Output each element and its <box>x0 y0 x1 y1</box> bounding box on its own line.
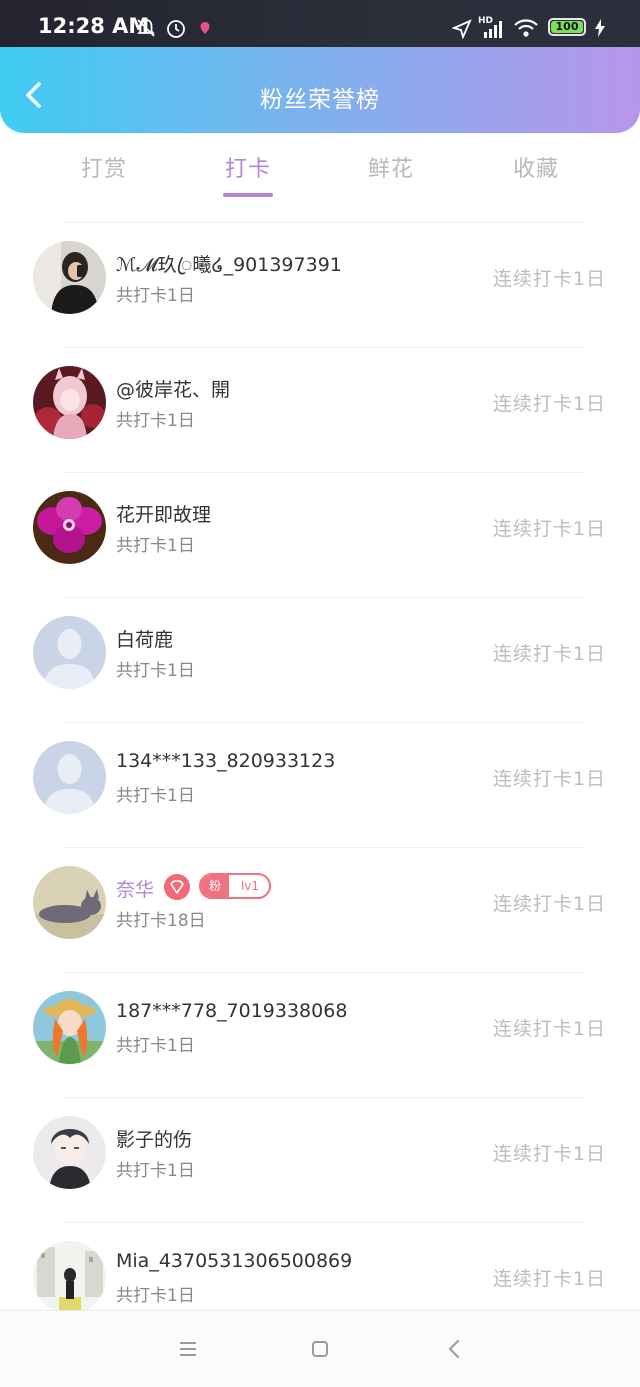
streak-label: 连续打卡1日 <box>492 768 606 790</box>
anime-avatar-icon <box>33 1116 106 1189</box>
list-item[interactable]: 白荷鹿 共打卡1日 连续打卡1日 <box>0 597 640 722</box>
avatar[interactable] <box>33 866 106 939</box>
tab-bar: 打赏 打卡 鲜花 收藏 <box>0 145 640 205</box>
battery-icon: 100 <box>548 18 586 36</box>
location-dot-icon <box>200 22 210 34</box>
wifi-icon <box>514 19 538 37</box>
avatar[interactable] <box>33 1116 106 1189</box>
avatar[interactable] <box>33 241 106 314</box>
tab-reward[interactable]: 打赏 <box>54 151 154 183</box>
status-time: 12:28 AM <box>38 14 150 38</box>
avatar[interactable] <box>33 491 106 564</box>
mute-bell-icon <box>137 19 155 37</box>
list-item[interactable]: 影子的伤 共打卡1日 连续打卡1日 <box>0 1097 640 1222</box>
avatar[interactable] <box>33 366 106 439</box>
default-user-icon <box>33 616 106 689</box>
user-name: 白荷鹿 <box>116 629 174 651</box>
fan-level-badge: 粉 lv1 <box>199 873 271 899</box>
streak-label: 连续打卡1日 <box>492 643 606 665</box>
anime-avatar-icon <box>33 366 106 439</box>
streak-label: 连续打卡1日 <box>492 1268 606 1290</box>
total-checkin: 共打卡1日 <box>116 536 195 556</box>
user-name: 花开即故理 <box>116 504 212 526</box>
diamond-icon <box>170 880 184 894</box>
tab-favorites[interactable]: 收藏 <box>486 151 586 183</box>
total-checkin: 共打卡1日 <box>116 1036 195 1056</box>
total-checkin: 共打卡1日 <box>116 786 195 806</box>
total-checkin: 共打卡1日 <box>116 411 195 431</box>
total-checkin: 共打卡1日 <box>116 661 195 681</box>
list-item[interactable]: @彼岸花、開 共打卡1日 连续打卡1日 <box>0 347 640 472</box>
vip-diamond-badge <box>164 874 190 900</box>
streak-label: 连续打卡1日 <box>492 518 606 540</box>
user-name: 奈华 <box>116 879 155 901</box>
cat-photo-icon <box>33 866 106 939</box>
streak-label: 连续打卡1日 <box>492 268 606 290</box>
total-checkin: 共打卡1日 <box>116 1286 195 1306</box>
system-nav-bar <box>0 1310 640 1387</box>
user-name: 187***778_7019338068 <box>116 1000 348 1022</box>
tab-flowers[interactable]: 鲜花 <box>341 151 441 183</box>
list-item[interactable]: 花开即故理 共打卡1日 连续打卡1日 <box>0 472 640 597</box>
alarm-icon <box>167 20 185 38</box>
user-name: 影子的伤 <box>116 1129 193 1151</box>
user-name: @彼岸花、開 <box>116 379 231 401</box>
fan-badge-level: lv1 <box>240 879 260 893</box>
ranking-list: ℳ𝓜玖ꦿ曦໒_901397391 共打卡1日 连续打卡1日 @彼岸花、開 共打卡… <box>0 222 640 1347</box>
user-name: 134***133_820933123 <box>116 750 336 772</box>
streak-label: 连续打卡1日 <box>492 893 606 915</box>
streak-label: 连续打卡1日 <box>492 1143 606 1165</box>
streak-label: 连续打卡1日 <box>492 1018 606 1040</box>
back-chevron-icon[interactable] <box>446 1339 462 1359</box>
status-bar: 12:28 AM HD 100 <box>0 0 640 47</box>
charging-icon <box>595 19 605 37</box>
fan-badge-label: 粉 <box>201 875 229 897</box>
active-tab-indicator <box>223 193 273 197</box>
anime-avatar-icon <box>33 991 106 1064</box>
list-item[interactable]: 134***133_820933123 共打卡1日 连续打卡1日 <box>0 722 640 847</box>
page-title: 粉丝荣誉榜 <box>260 87 380 113</box>
total-checkin: 共打卡1日 <box>116 286 195 306</box>
avatar[interactable] <box>33 741 106 814</box>
signal-icon <box>484 21 502 38</box>
user-name: Mia_4370531306500869 <box>116 1250 353 1272</box>
battery-level: 100 <box>551 21 583 33</box>
avatar[interactable] <box>33 616 106 689</box>
total-checkin: 共打卡1日 <box>116 1161 195 1181</box>
header-bar: 12:28 AM HD 100 粉丝荣誉榜 <box>0 0 640 133</box>
avatar[interactable] <box>33 1241 106 1314</box>
list-item[interactable]: 187***778_7019338068 共打卡1日 连续打卡1日 <box>0 972 640 1097</box>
list-item[interactable]: ℳ𝓜玖ꦿ曦໒_901397391 共打卡1日 连续打卡1日 <box>0 222 640 347</box>
default-user-icon <box>33 741 106 814</box>
photo-avatar-icon <box>33 241 106 314</box>
tab-checkin[interactable]: 打卡 <box>198 151 298 183</box>
list-item[interactable]: 奈华 粉 lv1 共打卡18日 连续打卡1日 <box>0 847 640 972</box>
home-square-icon[interactable] <box>311 1340 329 1358</box>
total-checkin: 共打卡18日 <box>116 911 206 931</box>
menu-lines-icon[interactable] <box>178 1341 198 1357</box>
streak-label: 连续打卡1日 <box>492 393 606 415</box>
navigation-arrow-icon <box>452 19 472 39</box>
illustration-avatar-icon <box>33 1241 106 1314</box>
orchid-flower-icon <box>33 491 106 564</box>
avatar[interactable] <box>33 991 106 1064</box>
